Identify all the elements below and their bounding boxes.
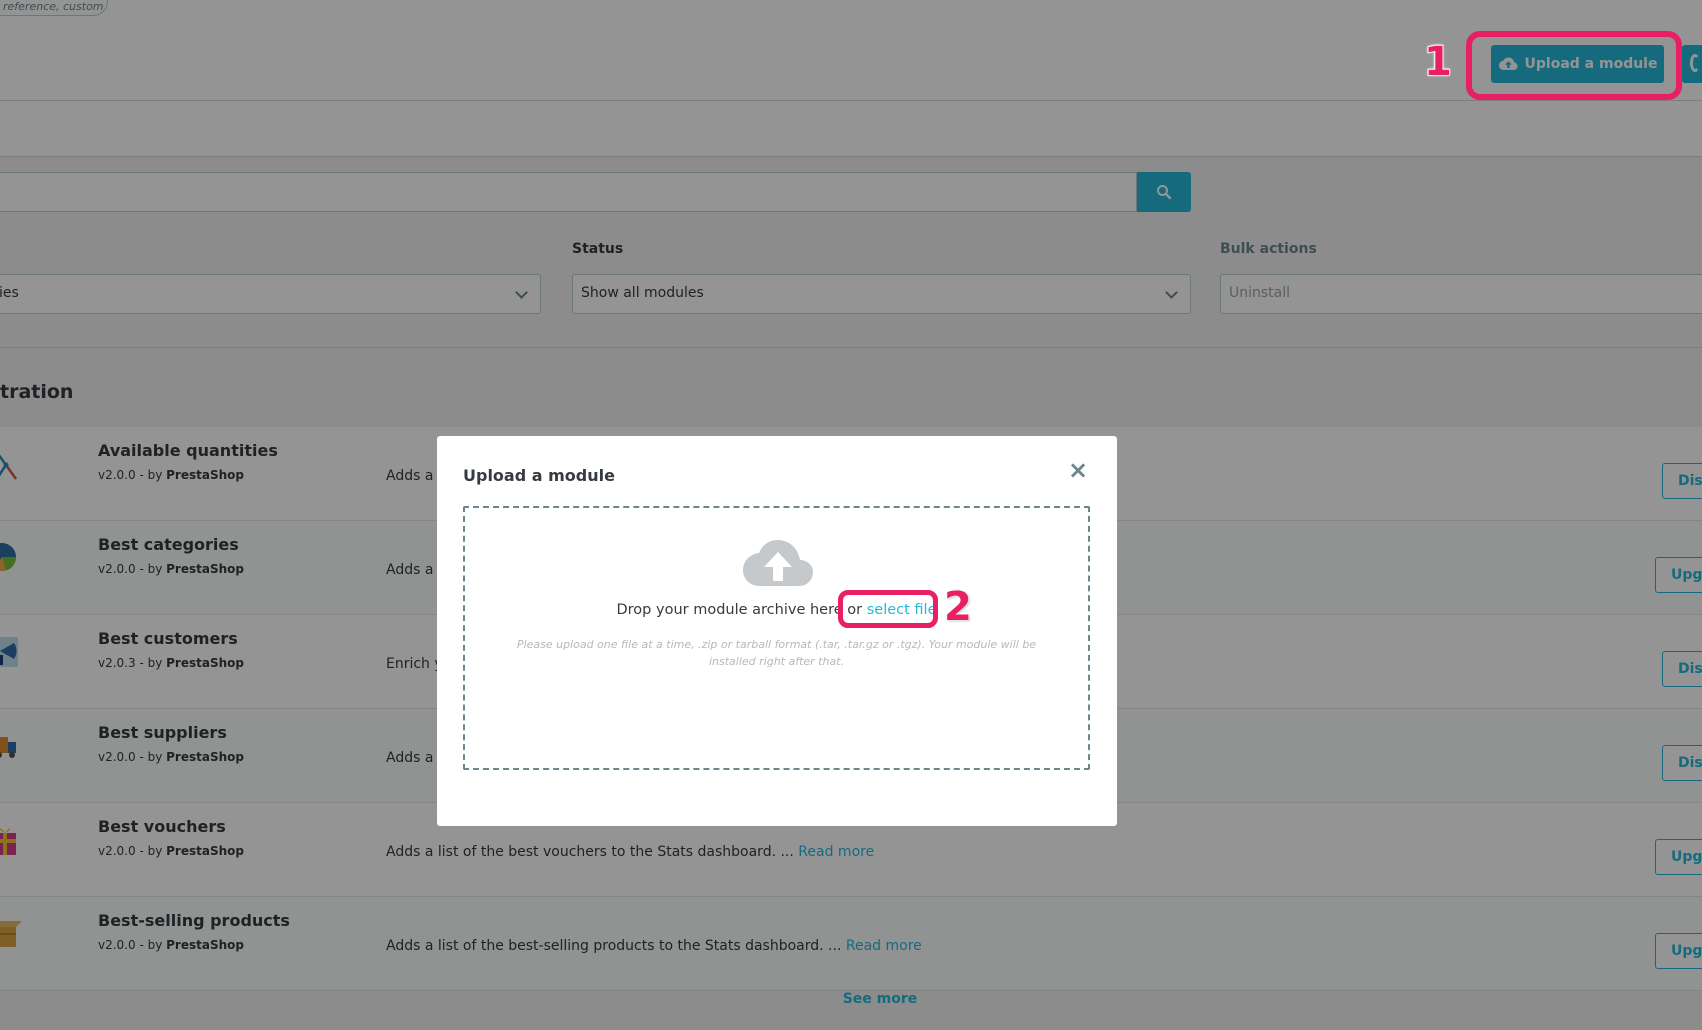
module-dropzone[interactable]: Drop your module archive here or select …: [463, 506, 1090, 770]
annotation-step-1: 1: [1423, 39, 1453, 85]
upload-module-modal: Upload a module × Drop your module archi…: [437, 436, 1117, 826]
drop-instructions: Drop your module archive here or select …: [616, 602, 937, 618]
cloud-upload-icon: [743, 540, 813, 586]
modal-title: Upload a module: [463, 466, 615, 485]
upload-hint: Please upload one file at a time, .zip o…: [516, 638, 1037, 668]
annotation-step-2: 2: [943, 584, 973, 630]
annotation-highlight-upload: [1466, 31, 1682, 100]
annotation-highlight-select-file: [838, 590, 938, 628]
close-icon[interactable]: ×: [1068, 458, 1088, 482]
